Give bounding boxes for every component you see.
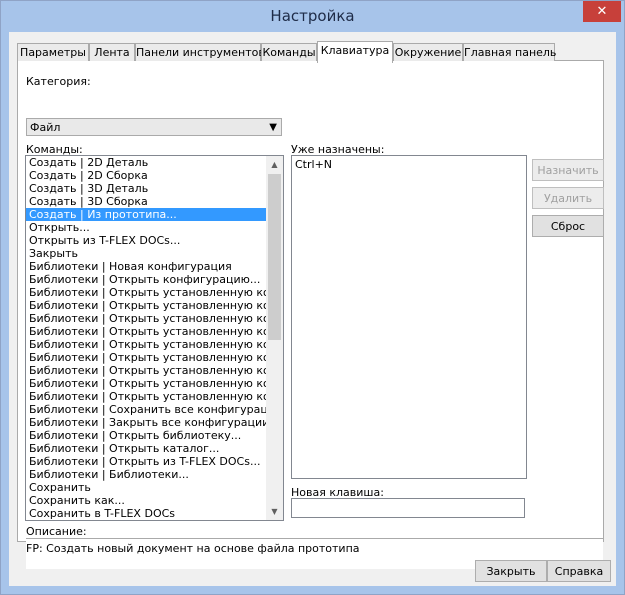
window-frame-bottom [1, 586, 624, 594]
window-frame-right [616, 32, 624, 594]
category-select[interactable]: Файл ▼ [26, 118, 282, 136]
tab-keyboard[interactable]: Клавиатура [317, 41, 393, 63]
command-list-item[interactable]: Сохранить как... [26, 494, 266, 507]
description-label: Описание: [26, 525, 87, 538]
command-list-item[interactable]: Библиотеки | Открыть установленную конфи [26, 312, 266, 325]
scroll-thumb[interactable] [268, 174, 281, 340]
commands-list-items: Создать | 2D Деталь Создать | 2D Сборка Со… [26, 156, 266, 520]
assign-button[interactable]: Назначить [532, 159, 604, 181]
command-list-item[interactable]: Библиотеки | Открыть установленную конфи [26, 286, 266, 299]
settings-dialog: Настройка ✕ Категория: Файл ▼ Команды: С… [0, 0, 625, 595]
command-list-item[interactable]: Библиотеки | Открыть каталог... [26, 442, 266, 455]
scroll-up-arrow-icon[interactable]: ▲ [266, 156, 283, 173]
category-label: Категория: [26, 75, 91, 88]
command-list-item[interactable]: Сохранить [26, 481, 266, 494]
command-list-item[interactable]: Библиотеки | Открыть установленную конфи [26, 364, 266, 377]
command-list-item[interactable]: Библиотеки | Открыть установленную конфи [26, 377, 266, 390]
command-list-item[interactable]: Библиотеки | Открыть установленную конфи [26, 299, 266, 312]
assigned-key-item[interactable]: Ctrl+N [295, 158, 332, 171]
keyboard-tab-panel: Категория: Файл ▼ Команды: Создать | 2D … [17, 60, 604, 569]
close-button[interactable]: Закрыть [475, 560, 547, 582]
tab-environment[interactable]: Окружение [393, 43, 463, 61]
reset-button[interactable]: Сброс [532, 215, 604, 237]
command-list-item[interactable]: Создать | 3D Деталь [26, 182, 266, 195]
command-list-item[interactable]: Библиотеки | Библиотеки... [26, 468, 266, 481]
assigned-keys-list[interactable]: Ctrl+N [291, 155, 527, 479]
remove-button[interactable]: Удалить [532, 187, 604, 209]
description-text: FP: Создать новый документ на основе фай… [26, 542, 360, 555]
command-list-item[interactable]: Библиотеки | Открыть библиотеку... [26, 429, 266, 442]
command-list-item[interactable]: Создать | 3D Сборка [26, 195, 266, 208]
command-list-item[interactable]: Создать | Из прототипа... [26, 208, 266, 221]
command-list-item[interactable]: Создать | 2D Сборка [26, 169, 266, 182]
title-bar[interactable]: Настройка ✕ [1, 1, 624, 32]
tab-ribbon[interactable]: Лента [89, 43, 135, 61]
command-list-item[interactable]: Библиотеки | Закрыть все конфигурации [26, 416, 266, 429]
tab-toolbars[interactable]: Панели инструментов [135, 43, 265, 61]
close-window-button[interactable]: ✕ [583, 1, 621, 22]
chevron-down-icon: ▼ [269, 122, 277, 133]
help-button[interactable]: Справка [547, 560, 611, 582]
command-list-item[interactable]: Открыть из T-FLEX DOCs... [26, 234, 266, 247]
scroll-down-arrow-icon[interactable]: ▼ [266, 503, 283, 520]
window-frame-left [1, 32, 9, 594]
command-list-item[interactable]: Библиотеки | Открыть установленную конфи [26, 351, 266, 364]
command-list-item[interactable]: Сохранить в T-FLEX DOCs [26, 507, 266, 520]
new-key-input[interactable] [291, 498, 525, 518]
tab-commands[interactable]: Команды [261, 43, 317, 61]
category-value: Файл [30, 121, 61, 134]
tab-parameters[interactable]: Параметры [17, 43, 89, 61]
command-list-item[interactable]: Библиотеки | Открыть установленную конфи [26, 338, 266, 351]
command-list-item[interactable]: Открыть... [26, 221, 266, 234]
commands-list[interactable]: Создать | 2D Деталь Создать | 2D Сборка Со… [25, 155, 284, 521]
command-list-item[interactable]: Библиотеки | Открыть установленную конфи [26, 325, 266, 338]
command-list-item[interactable]: Библиотеки | Сохранить все конфигурации [26, 403, 266, 416]
dialog-client-area: Категория: Файл ▼ Команды: Создать | 2D … [9, 32, 616, 586]
window-title: Настройка [270, 7, 355, 25]
tab-main-panel[interactable]: Главная панель [463, 43, 556, 61]
command-list-item[interactable]: Создать | 2D Деталь [26, 156, 266, 169]
command-list-item[interactable]: Закрыть [26, 247, 266, 260]
command-list-item[interactable]: Библиотеки | Открыть из T-FLEX DOCs... [26, 455, 266, 468]
command-list-item[interactable]: Библиотеки | Открыть установленную конфи [26, 390, 266, 403]
command-list-item[interactable]: Библиотеки | Новая конфигурация [26, 260, 266, 273]
command-list-item[interactable]: Библиотеки | Открыть конфигурацию... [26, 273, 266, 286]
commands-scrollbar[interactable]: ▲ ▼ [266, 156, 283, 520]
